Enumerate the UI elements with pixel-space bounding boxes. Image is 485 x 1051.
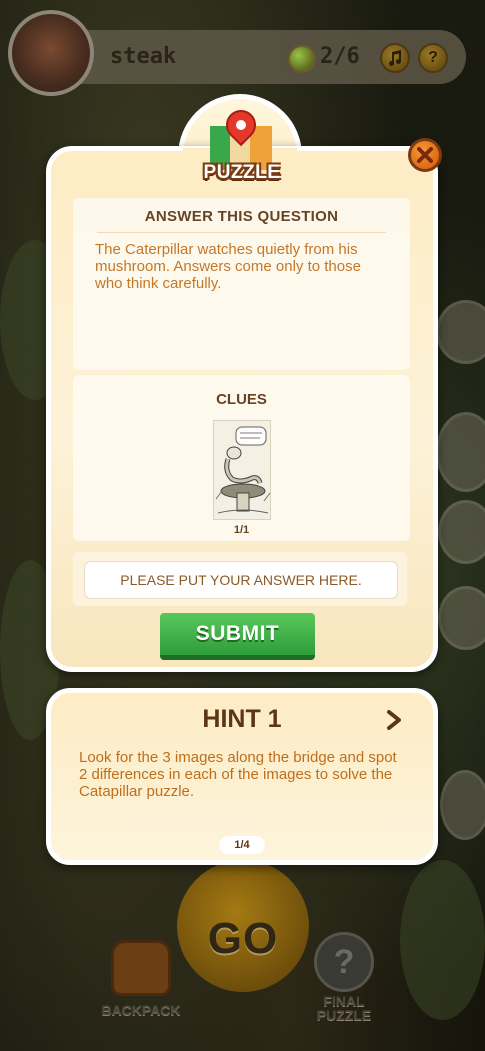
puzzle-emblem: PUZZLE: [196, 103, 288, 188]
backpack-icon: [111, 940, 171, 996]
go-label: GO: [207, 914, 279, 963]
question-text: The Caterpillar watches quietly from his…: [95, 241, 361, 292]
progress-gem-icon: [288, 45, 316, 73]
progress-counter: 2/6: [320, 44, 360, 69]
map-location-token: [438, 586, 485, 650]
question-card: ANSWER THIS QUESTION The Caterpillar wat…: [73, 198, 410, 370]
next-hint-button[interactable]: [381, 707, 407, 733]
question-mark-icon: ?: [428, 49, 438, 66]
hint-pager: 1/4: [219, 836, 265, 854]
close-button[interactable]: [408, 138, 442, 172]
final-puzzle-label-line1: FINAL: [323, 993, 365, 1009]
help-button[interactable]: ?: [418, 43, 448, 73]
map-location-token: [438, 500, 485, 564]
submit-label: SUBMIT: [195, 622, 280, 645]
clues-heading: CLUES: [216, 391, 267, 408]
question-heading: ANSWER THIS QUESTION: [144, 208, 339, 225]
puzzle-title: PUZZLE: [203, 162, 281, 183]
hint-title: HINT 1: [202, 705, 282, 733]
backpack-label: BACKPACK: [101, 1002, 181, 1018]
hint-card: HINT 1 Look for the 3 images along the b…: [46, 688, 438, 865]
answer-input[interactable]: [84, 561, 398, 599]
submit-button[interactable]: SUBMIT: [160, 613, 315, 660]
go-button[interactable]: GO: [177, 860, 309, 992]
final-puzzle-label-line2: PUZZLE: [316, 1007, 372, 1023]
backpack-button[interactable]: BACKPACK: [100, 940, 182, 1030]
answer-area: [73, 552, 407, 606]
final-puzzle-button[interactable]: ? FINAL PUZZLE: [303, 932, 385, 1032]
clues-card: CLUES 1/1: [73, 375, 410, 541]
music-note-icon[interactable]: [380, 43, 410, 73]
clue-image[interactable]: [213, 420, 271, 520]
map-location-token: [440, 770, 485, 840]
clue-counter: 1/1: [233, 524, 250, 536]
background-foliage: [400, 860, 485, 1020]
hint-text: Look for the 3 images along the bridge a…: [79, 749, 397, 800]
player-avatar: [8, 10, 94, 96]
chevron-right-icon: [387, 710, 401, 730]
question-mark-icon: ?: [314, 932, 374, 992]
close-icon: [417, 147, 433, 163]
player-name: steak: [110, 44, 177, 69]
